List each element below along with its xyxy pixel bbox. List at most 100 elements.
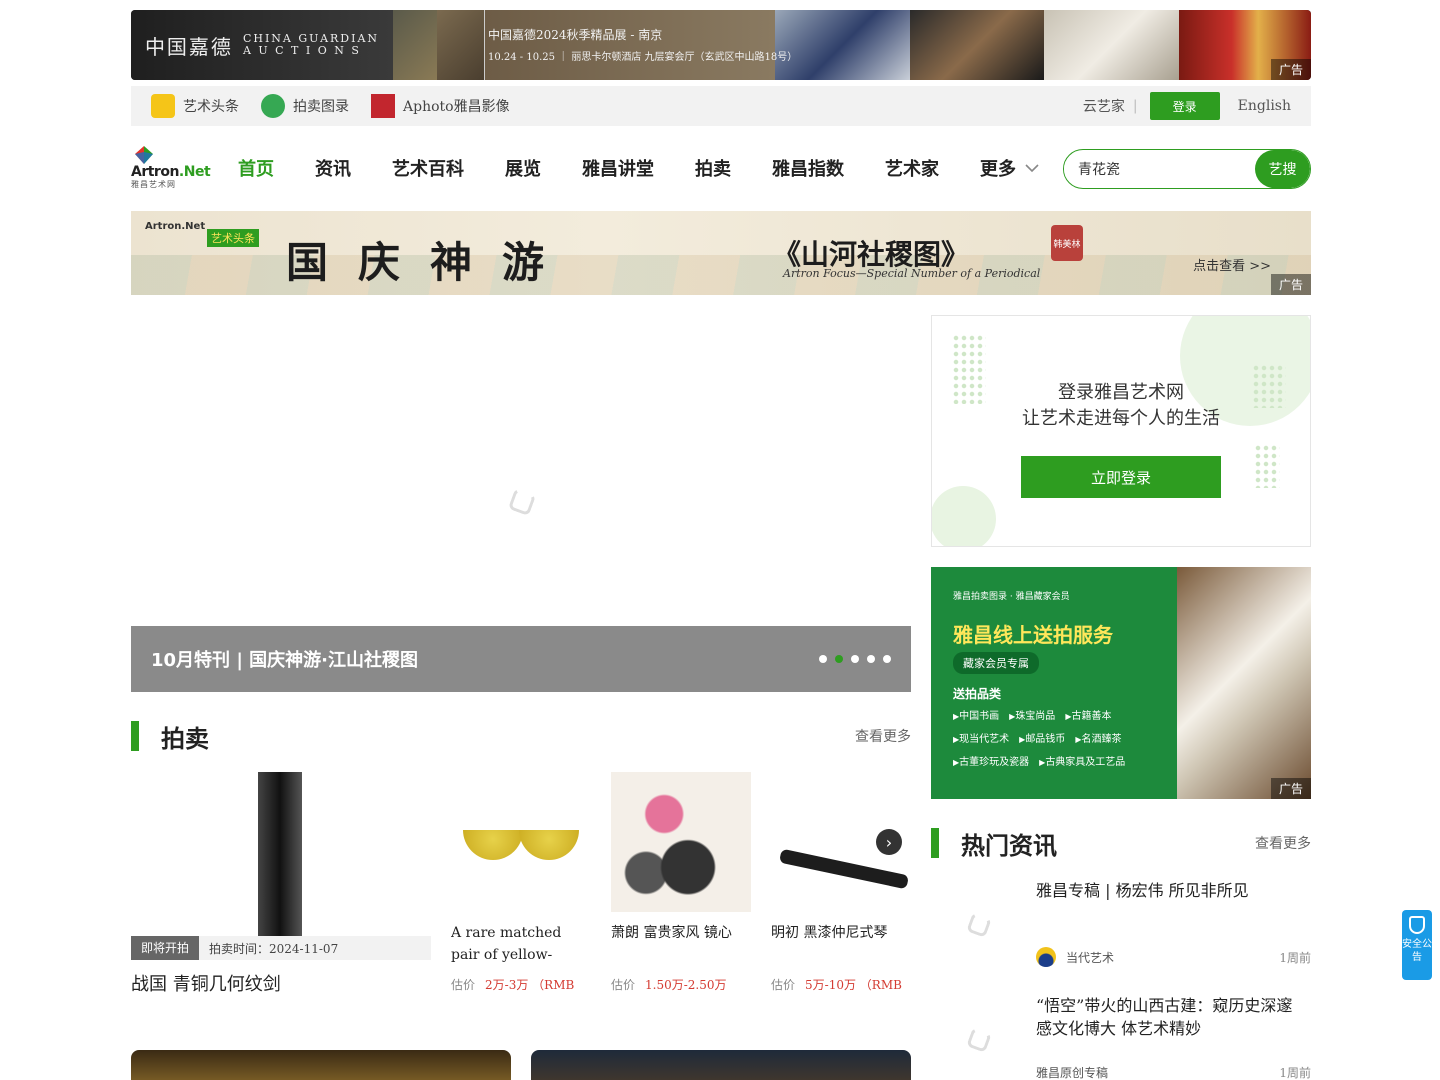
subbar-link-label: Aphoto雅昌影像: [403, 99, 510, 115]
lot-name[interactable]: A rare matched pair of yellow-ground gre…: [451, 922, 591, 966]
login-line-2: 让艺术走进每个人的生活: [1022, 408, 1220, 429]
section-title: 拍卖: [161, 724, 209, 753]
top-ad-banner[interactable]: 中国嘉德 CHINA GUARDIAN A U C T I O N S 中国嘉德2…: [131, 10, 1311, 80]
news-item[interactable]: “悟空”带火的山西古建：窥历史深邃 感文化博大 体艺术精妙 雅昌原创专稿 1周前: [931, 994, 1311, 1080]
login-button[interactable]: 登录: [1149, 92, 1220, 120]
section-title: 热门资讯: [961, 831, 1057, 860]
ad-tag: 广告: [1270, 274, 1311, 295]
section-bar: [931, 828, 939, 858]
featured-lot-name[interactable]: 战国 青铜几何纹剑: [131, 970, 431, 996]
auction-more-link[interactable]: 查看更多: [855, 726, 911, 746]
auction-section-header: 拍卖 查看更多: [131, 721, 911, 753]
subbar-link-auction-catalog[interactable]: 拍卖图录: [261, 94, 349, 118]
login-line-1: 登录雅昌艺术网: [1058, 382, 1184, 403]
artron-logo[interactable]: Artron.Net 雅昌艺术网: [131, 146, 211, 190]
featured-lot-meta: 即将开拍 拍卖时间：2024-11-07: [131, 936, 431, 960]
news-time: 1周前: [1279, 1066, 1311, 1080]
ad-brand: 中国嘉德 CHINA GUARDIAN A U C T I O N S: [131, 10, 393, 80]
banner-logo: Artron.Net: [145, 221, 206, 232]
search-button[interactable]: 艺搜: [1255, 150, 1310, 188]
nav-item-lectures[interactable]: 雅昌讲堂: [582, 155, 654, 181]
feature-card[interactable]: [131, 1050, 511, 1080]
subbar-link-art-headlines[interactable]: 艺术头条: [151, 94, 239, 118]
carousel-dot[interactable]: [835, 655, 843, 663]
nav-item-artists[interactable]: 艺术家: [885, 155, 939, 181]
news-time: 1周前: [1279, 951, 1311, 965]
carousel-dots: [819, 655, 891, 663]
subbar-right: 云艺家 | 登录 English: [1083, 92, 1291, 120]
ad-category: 名酒臻茶: [1075, 730, 1121, 745]
lot-card[interactable]: 明初 黑漆仲尼式琴 估价 5万-10万 （RMB: [771, 772, 911, 993]
ad-pill: 藏家会员专属: [953, 652, 1039, 674]
login-card-text: 登录雅昌艺术网 让艺术走进每个人的生活: [932, 380, 1310, 432]
ad-category: 古籍善本: [1065, 707, 1111, 722]
carousel-caption-text[interactable]: 10月特刊 | 国庆神游·江山社稷图: [151, 646, 418, 672]
sub-bar: 艺术头条 拍卖图录 Aphoto雅昌影像 云艺家 | 登录 English: [131, 86, 1311, 126]
ad-title: 中国嘉德2024秋季精品展 - 南京: [488, 28, 663, 42]
nav-item-exhibitions[interactable]: 展览: [505, 155, 541, 181]
loading-icon: [966, 912, 992, 938]
feature-card[interactable]: [531, 1050, 911, 1080]
auction-catalog-icon: [261, 94, 285, 118]
ad-categories: 中国书画 珠宝尚品 古籍善本 现当代艺术 邮品钱币 名酒臻茶 古董珍玩及瓷器 古…: [953, 707, 1173, 768]
promo-banner[interactable]: Artron.Net 艺术头条 国庆神游 《山河社稷图》 Artron Focu…: [131, 211, 1311, 295]
ad-category: 邮品钱币: [1019, 730, 1065, 745]
banner-cta[interactable]: 点击查看 >>: [1193, 255, 1271, 274]
login-now-button[interactable]: 立即登录: [1021, 456, 1221, 498]
cloud-artist-link[interactable]: 云艺家: [1083, 96, 1125, 116]
english-link[interactable]: English: [1238, 98, 1291, 114]
nav-item-encyclopedia[interactable]: 艺术百科: [392, 155, 464, 181]
lot-price: 估价 5万-10万 （RMB: [771, 978, 902, 992]
lot-card[interactable]: 萧朗 富贵家风 镜心 估价 1.50万-2.50万: [611, 772, 751, 993]
ad-category: 现当代艺术: [953, 730, 1009, 745]
news-title[interactable]: “悟空”带火的山西古建：窥历史深邃 感文化博大 体艺术精妙: [1036, 994, 1311, 1040]
carousel-dot[interactable]: [883, 655, 891, 663]
news-thumb: [931, 994, 1026, 1080]
nav-item-index[interactable]: 雅昌指数: [772, 155, 844, 181]
logo-name: Artron.Net: [131, 164, 211, 180]
hero-carousel[interactable]: 10月特刊 | 国庆神游·江山社稷图: [131, 315, 911, 692]
chevron-down-icon: [1025, 164, 1039, 173]
security-notice-button[interactable]: 安全公告: [1402, 910, 1432, 980]
hot-news-more-link[interactable]: 查看更多: [1255, 833, 1311, 853]
carousel-caption: 10月特刊 | 国庆神游·江山社稷图: [131, 626, 911, 692]
consignment-ad[interactable]: 雅昌拍卖图录 · 雅昌藏家会员 雅昌线上送拍服务 藏家会员专属 送拍品类 中国书…: [931, 567, 1311, 799]
featured-lot-image: [131, 772, 431, 936]
notice-label: 安全公告: [1402, 939, 1432, 963]
banner-subtitle: Artron Focus—Special Number of a Periodi…: [783, 267, 1041, 280]
ad-image-silver: [1044, 10, 1180, 80]
nav-item-news[interactable]: 资讯: [315, 155, 351, 181]
lot-card[interactable]: A rare matched pair of yellow-ground gre…: [451, 772, 591, 993]
carousel-dot[interactable]: [867, 655, 875, 663]
carousel-dot[interactable]: [851, 655, 859, 663]
status-badge: 即将开拍: [131, 936, 200, 960]
divider: |: [1132, 98, 1138, 114]
nav-item-home[interactable]: 首页: [238, 155, 274, 181]
news-title[interactable]: 雅昌专稿 | 杨宏伟 所见非所见: [1036, 879, 1311, 902]
ad-send-title: 送拍品类: [953, 687, 1002, 701]
news-source: 当代艺术: [1036, 947, 1114, 967]
ad-category: 古典家具及工艺品: [1039, 753, 1125, 768]
carousel-next-button[interactable]: ›: [876, 829, 902, 855]
carousel-dot[interactable]: [819, 655, 827, 663]
ad-image-painting: [393, 10, 437, 80]
banner-big-title: 国庆神游: [286, 238, 575, 287]
ad-text: 中国嘉德2024秋季精品展 - 南京 10.24 - 10.25 ｜ 丽思卡尔顿…: [488, 26, 797, 63]
lot-name[interactable]: 萧朗 富贵家风 镜心: [611, 922, 751, 966]
ad-heading: 雅昌线上送拍服务: [953, 623, 1113, 647]
nav-item-auction[interactable]: 拍卖: [695, 155, 731, 181]
ad-brand-en: CHINA GUARDIAN A U C T I O N S: [242, 32, 380, 57]
featured-lot[interactable]: 即将开拍 拍卖时间：2024-11-07 战国 青铜几何纹剑: [131, 772, 431, 996]
search-input[interactable]: [1064, 161, 1255, 177]
logo-sub: 雅昌艺术网: [131, 180, 176, 189]
login-card: 登录雅昌艺术网 让艺术走进每个人的生活 立即登录: [931, 315, 1311, 547]
lot-image: [611, 772, 751, 912]
ad-top-text: 雅昌拍卖图录 · 雅昌藏家会员: [953, 592, 1070, 602]
nav-item-more[interactable]: 更多: [980, 155, 1040, 181]
lot-name[interactable]: 明初 黑漆仲尼式琴: [771, 922, 911, 966]
subbar-link-aphoto[interactable]: Aphoto雅昌影像: [371, 94, 510, 118]
news-item[interactable]: 雅昌专稿 | 杨宏伟 所见非所见 当代艺术 1周前: [931, 879, 1311, 979]
lot-price: 估价 1.50万-2.50万: [611, 978, 727, 992]
hot-news-header: 热门资讯 查看更多: [931, 828, 1311, 860]
banner-logo-tag: 艺术头条: [207, 229, 259, 247]
